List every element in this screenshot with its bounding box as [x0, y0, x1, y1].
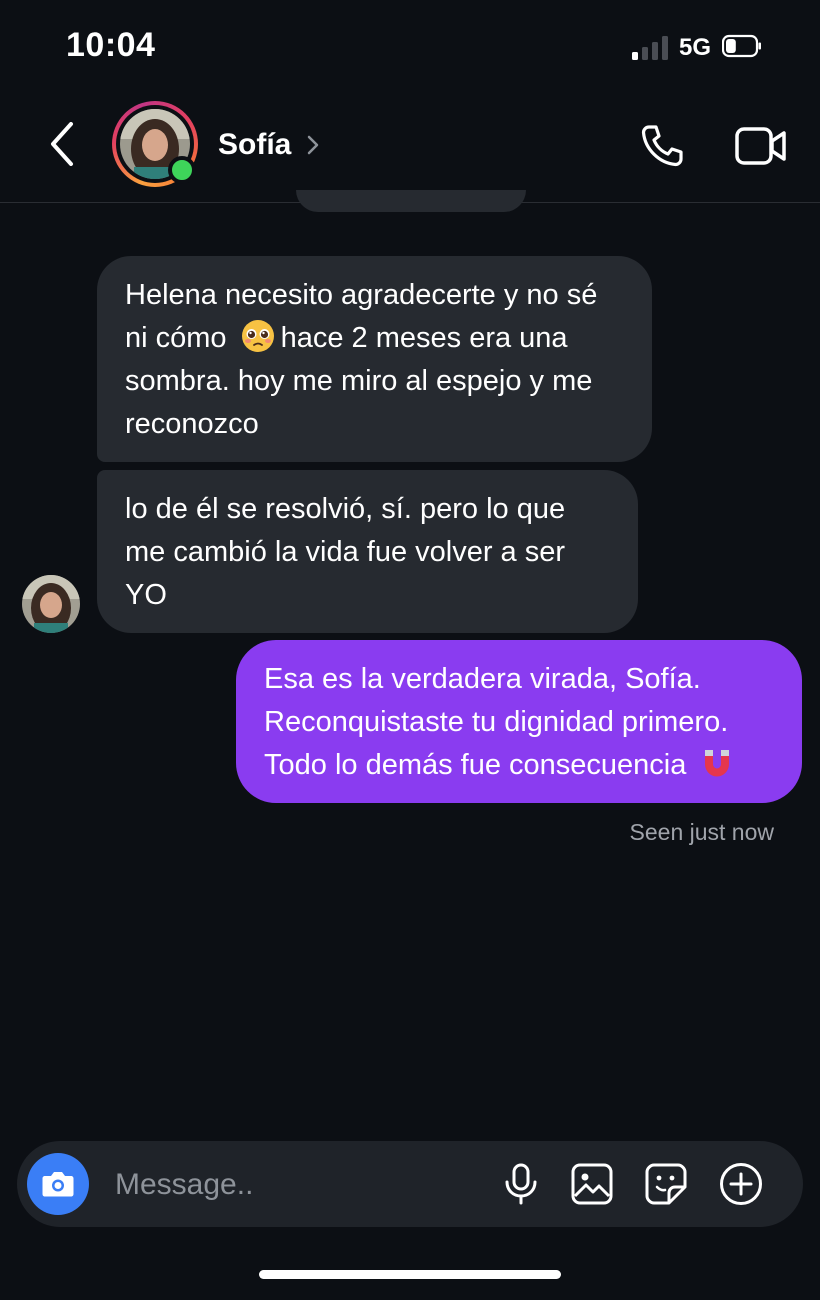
previous-message-bubble — [296, 190, 526, 212]
sender-avatar[interactable] — [22, 575, 80, 633]
voice-call-button[interactable] — [634, 118, 690, 174]
message-text: lo de él se resolvió, sí. pero lo que me… — [125, 493, 566, 611]
network-type: 5G — [679, 34, 712, 61]
incoming-message[interactable]: Helena necesito agradecerte y no sé ni c… — [97, 256, 652, 462]
message-text: Esa es la verdadera virada, Sofía. Recon… — [264, 663, 729, 781]
home-indicator[interactable] — [259, 1270, 561, 1279]
status-bar: 10:04 5G — [0, 0, 820, 92]
back-chevron-icon — [51, 122, 73, 166]
gallery-button[interactable] — [568, 1160, 616, 1208]
outgoing-message[interactable]: Esa es la verdadera virada, Sofía. Recon… — [236, 640, 802, 803]
phone-icon — [641, 125, 683, 167]
pleading-face-emoji-icon — [241, 320, 274, 352]
microphone-icon — [505, 1163, 537, 1205]
online-status-indicator — [168, 156, 196, 184]
contact-name[interactable]: Sofía — [218, 128, 291, 162]
chat-header: Sofía — [0, 92, 820, 203]
status-time: 10:04 — [66, 26, 156, 64]
more-options-button[interactable] — [717, 1160, 765, 1208]
message-input[interactable] — [113, 1161, 477, 1209]
video-call-button[interactable] — [730, 118, 792, 174]
camera-button[interactable] — [27, 1153, 89, 1215]
seen-status: Seen just now — [629, 819, 774, 845]
voice-message-button[interactable] — [497, 1160, 545, 1208]
sticker-button[interactable] — [642, 1160, 690, 1208]
back-button[interactable] — [40, 118, 84, 170]
message-composer — [17, 1141, 803, 1227]
incoming-message[interactable]: lo de él se resolvió, sí. pero lo que me… — [97, 470, 638, 633]
magnet-emoji-icon — [705, 750, 730, 777]
gallery-icon — [571, 1163, 613, 1205]
add-icon — [720, 1163, 762, 1205]
battery-icon — [722, 34, 761, 58]
camera-icon — [42, 1172, 74, 1197]
video-camera-icon — [735, 127, 786, 165]
signal-strength-icon — [632, 36, 672, 60]
chevron-right-icon[interactable] — [304, 134, 322, 156]
sticker-icon — [645, 1163, 687, 1205]
